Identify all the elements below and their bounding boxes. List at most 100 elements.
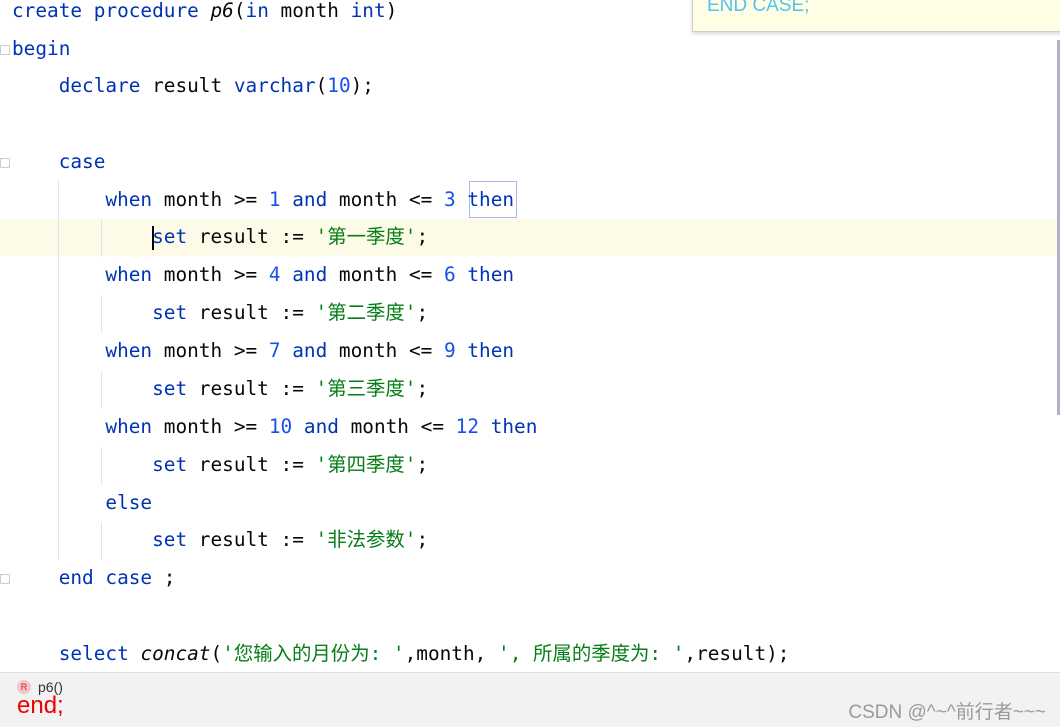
code-token: else [105, 491, 153, 514]
code-token: '第三季度' [315, 377, 417, 400]
popup-text: END CASE; [707, 0, 810, 16]
code-token: 1 [268, 188, 281, 211]
code-token: p6 [210, 0, 234, 22]
code-token: declare [58, 74, 153, 97]
code-token: 4 [268, 263, 281, 286]
code-token: month >= [163, 263, 269, 286]
code-token: set [152, 377, 199, 400]
code-line: when month >= 1 and month <= 3 then [12, 181, 514, 219]
code-line: select concat('您输入的月份为: ',month, ', 所属的季… [12, 635, 790, 673]
code-token: month >= [163, 339, 269, 362]
code-line: set result := '第三季度'; [12, 370, 428, 408]
code-line: set result := '第一季度'; [12, 218, 428, 256]
code-token: end case [58, 566, 164, 589]
code-token: ( [315, 74, 328, 97]
code-token: 3 [444, 188, 456, 211]
code-token: create procedure [12, 0, 211, 22]
code-token: ) [385, 0, 398, 22]
code-token: ; [416, 225, 429, 248]
hint-popup: END CASE; [692, 0, 1060, 32]
code-line: when month >= 10 and month <= 12 then [12, 408, 537, 446]
code-token: varchar [233, 74, 316, 97]
code-line: else [12, 484, 152, 522]
code-token: ; [416, 528, 429, 551]
code-line: set result := '第四季度'; [12, 446, 428, 484]
code-token: ; [416, 377, 429, 400]
code-token: '您输入的月份为: ' [222, 642, 405, 665]
code-line: declare result varchar(10); [12, 67, 374, 105]
code-token: month <= [338, 188, 444, 211]
code-token: then [479, 415, 538, 438]
code-token: set [152, 453, 199, 476]
code-token: '第一季度' [315, 225, 417, 248]
code-token: when [105, 415, 164, 438]
code-token: and [280, 339, 339, 362]
code-token: result [152, 74, 234, 97]
code-token: month <= [338, 263, 444, 286]
code-token: begin [12, 37, 71, 60]
code-token: concat [140, 642, 211, 665]
code-line: when month >= 4 and month <= 6 then [12, 256, 514, 294]
code-token: '第四季度' [315, 453, 417, 476]
fold-marker-icon[interactable] [0, 45, 10, 55]
code-token: '第二季度' [315, 301, 417, 324]
code-token: and [280, 188, 339, 211]
code-token: then [455, 263, 515, 286]
code-token: select [58, 642, 141, 665]
code-line: set result := '第二季度'; [12, 294, 428, 332]
code-token: set [152, 301, 199, 324]
code-token: 7 [268, 339, 281, 362]
code-token: set [152, 225, 199, 248]
fold-marker-icon[interactable] [0, 574, 10, 584]
code-token: int [350, 0, 386, 22]
code-token: ; [163, 566, 176, 589]
code-token: result := [198, 453, 316, 476]
code-token: and [280, 263, 339, 286]
end-overlay-text: end; [17, 692, 64, 719]
code-token: and [292, 415, 351, 438]
code-token: then [455, 339, 515, 362]
code-token: case [58, 150, 106, 173]
code-token: in [245, 0, 281, 22]
code-token: month [280, 0, 351, 22]
code-token: '非法参数' [315, 528, 417, 551]
code-line: when month >= 7 and month <= 9 then [12, 332, 514, 370]
code-token: 6 [444, 263, 456, 286]
code-token: month <= [350, 415, 456, 438]
code-token: then [455, 188, 515, 211]
watermark: CSDN @^~^前行者~~~ [848, 702, 1046, 723]
code-token: month <= [338, 339, 444, 362]
code-token: ); [350, 74, 374, 97]
code-token: ( [233, 0, 246, 22]
code-token: result := [198, 377, 316, 400]
code-line: end case ; [12, 559, 176, 597]
code-token: ; [416, 301, 429, 324]
code-line: case [12, 143, 106, 181]
code-token: result := [198, 528, 316, 551]
code-token: month >= [163, 188, 269, 211]
code-editor[interactable]: create procedure p6(in month int) begin d… [0, 0, 1060, 672]
code-token: 10 [327, 74, 351, 97]
fold-marker-icon[interactable] [0, 158, 10, 168]
code-token: 12 [455, 415, 480, 438]
code-token: ', 所属的季度为: ' [498, 642, 685, 665]
code-line: create procedure p6(in month int) [12, 0, 397, 30]
code-token: ( [210, 642, 223, 665]
code-token: when [105, 263, 164, 286]
code-token: ,result); [684, 642, 790, 665]
code-token: month >= [163, 415, 269, 438]
